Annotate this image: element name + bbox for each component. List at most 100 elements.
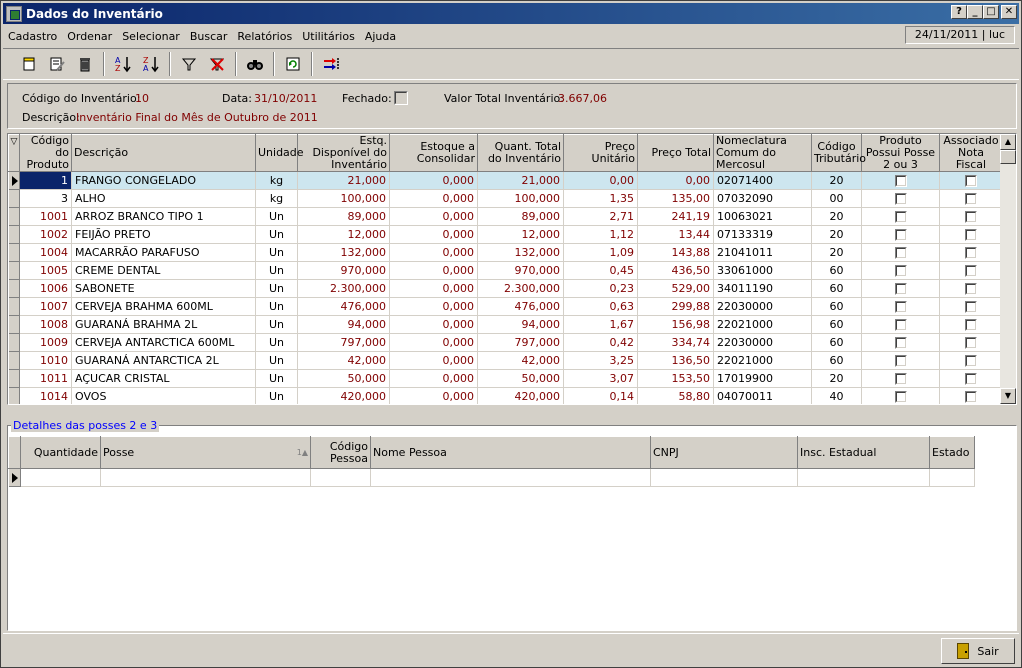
- cell-unidade[interactable]: Un: [255, 315, 298, 334]
- menu-utilitarios[interactable]: Utilitários: [297, 30, 360, 43]
- grid-vertical-scrollbar[interactable]: ▲ ▼: [1000, 134, 1016, 404]
- posses-empty-row[interactable]: [8, 468, 975, 487]
- cell-codigo[interactable]: 1008: [19, 315, 72, 334]
- col-quant-total[interactable]: Quant. Total do Inventário: [477, 134, 564, 172]
- cell-posse-checkbox[interactable]: [894, 229, 907, 241]
- cell-codigo[interactable]: 1006: [19, 279, 72, 298]
- cell-codigo-tributario[interactable]: 20: [811, 207, 862, 226]
- cell-nota-fiscal-checkbox[interactable]: [965, 319, 977, 331]
- table-row[interactable]: 1014 OVOS Un 420,000 0,000 420,000 0,14 58,80 04…: [8, 387, 1003, 404]
- col-estado[interactable]: Estado: [929, 436, 975, 469]
- cell-ncm[interactable]: 22021000: [713, 315, 812, 334]
- cell-ncm[interactable]: 33061000: [713, 261, 812, 280]
- table-row[interactable]: 1009 CERVEJA ANTARCTICA 600ML Un 797,000 0,0…: [8, 333, 1003, 352]
- minimize-button[interactable]: _: [967, 5, 983, 19]
- table-row[interactable]: 1004 MACARRÃO PARAFUSO Un 132,000 0,000 132,0…: [8, 243, 1003, 262]
- cell-descricao[interactable]: CERVEJA BRAHMA 600ML: [71, 297, 256, 316]
- cell-quant-total[interactable]: 21,000: [477, 171, 564, 190]
- cell-codigo[interactable]: 3: [19, 189, 72, 208]
- cell-preco-unitario[interactable]: 1,35: [563, 189, 638, 208]
- cell-nota-fiscal-checkbox[interactable]: [965, 229, 977, 241]
- cell-preco-unitario[interactable]: 0,14: [563, 387, 638, 404]
- cell-posse-checkbox[interactable]: [894, 175, 907, 187]
- cell-estoque-consolidar[interactable]: 0,000: [389, 225, 478, 244]
- menu-buscar[interactable]: Buscar: [185, 30, 233, 43]
- menu-ajuda[interactable]: Ajuda: [360, 30, 401, 43]
- cell-preco-unitario[interactable]: 0,23: [563, 279, 638, 298]
- cell-preco-total[interactable]: 241,19: [637, 207, 714, 226]
- cell-codigo-tributario[interactable]: 20: [811, 225, 862, 244]
- cell-unidade[interactable]: kg: [255, 189, 298, 208]
- cell-quant-total[interactable]: 476,000: [477, 297, 564, 316]
- cell-nota-fiscal-checkbox[interactable]: [965, 373, 977, 385]
- cell-preco-unitario[interactable]: 0,45: [563, 261, 638, 280]
- cell-descricao[interactable]: OVOS: [71, 387, 256, 404]
- cell-codigo-tributario[interactable]: 60: [811, 315, 862, 334]
- cell-quant-total[interactable]: 42,000: [477, 351, 564, 370]
- cell-estq-disponivel[interactable]: 12,000: [297, 225, 390, 244]
- row-indicator[interactable]: [8, 333, 20, 352]
- row-indicator[interactable]: [8, 279, 20, 298]
- sair-button[interactable]: Sair: [941, 638, 1015, 664]
- col-preco-unitario[interactable]: Preço Unitário: [563, 134, 638, 172]
- cell-estoque-consolidar[interactable]: 0,000: [389, 387, 478, 404]
- new-record-button[interactable]: [15, 51, 43, 77]
- cell-estq-disponivel[interactable]: 50,000: [297, 369, 390, 388]
- cell-codigo-tributario[interactable]: 60: [811, 351, 862, 370]
- cell-preco-unitario[interactable]: 1,12: [563, 225, 638, 244]
- col-cnpj[interactable]: CNPJ: [650, 436, 798, 469]
- cell-codigo[interactable]: 1014: [19, 387, 72, 404]
- cell-estoque-consolidar[interactable]: 0,000: [389, 171, 478, 190]
- col-nota-fiscal[interactable]: Associado Nota Fiscal: [939, 134, 1003, 172]
- cell-preco-unitario[interactable]: 2,71: [563, 207, 638, 226]
- cell-preco-total[interactable]: 143,88: [637, 243, 714, 262]
- cell-posse-checkbox[interactable]: [894, 193, 907, 205]
- cell-preco-total[interactable]: 153,50: [637, 369, 714, 388]
- cell-codigo-tributario[interactable]: 00: [811, 189, 862, 208]
- sort-asc-button[interactable]: AZ: [109, 51, 137, 77]
- cell-ncm[interactable]: 02071400: [713, 171, 812, 190]
- cell-nota-fiscal-checkbox[interactable]: [965, 247, 977, 259]
- cell-quant-total[interactable]: 797,000: [477, 333, 564, 352]
- cell-nota-fiscal-checkbox[interactable]: [965, 211, 977, 223]
- cell-ncm[interactable]: 22030000: [713, 297, 812, 316]
- cell-codigo[interactable]: 1001: [19, 207, 72, 226]
- cell-estq-disponivel[interactable]: 94,000: [297, 315, 390, 334]
- table-row[interactable]: 1011 AÇUCAR CRISTAL Un 50,000 0,000 50,000 3,0…: [8, 369, 1003, 388]
- cell-ncm[interactable]: 07133319: [713, 225, 812, 244]
- table-row[interactable]: 1001 ARROZ BRANCO TIPO 1 Un 89,000 0,000 89,0…: [8, 207, 1003, 226]
- cell-estoque-consolidar[interactable]: 0,000: [389, 261, 478, 280]
- cell-preco-total[interactable]: 13,44: [637, 225, 714, 244]
- row-indicator[interactable]: [8, 171, 20, 190]
- table-row[interactable]: 1005 CREME DENTAL Un 970,000 0,000 970,000 0,4…: [8, 261, 1003, 280]
- cell-estq-disponivel[interactable]: 100,000: [297, 189, 390, 208]
- cell-posse-checkbox[interactable]: [894, 337, 907, 349]
- cell-ncm[interactable]: 22030000: [713, 333, 812, 352]
- scroll-thumb[interactable]: [1000, 150, 1016, 164]
- col-codigo-tributario[interactable]: Código Tributário: [811, 134, 866, 172]
- cell-nota-fiscal-checkbox[interactable]: [965, 175, 977, 187]
- cell-preco-total[interactable]: 135,00: [637, 189, 714, 208]
- cell-estoque-consolidar[interactable]: 0,000: [389, 315, 478, 334]
- refresh-button[interactable]: [279, 51, 307, 77]
- menu-ordenar[interactable]: Ordenar: [62, 30, 117, 43]
- cell-posse-checkbox[interactable]: [894, 373, 907, 385]
- inventory-grid[interactable]: ▽ Código do Produto Descrição Unidade Es…: [7, 133, 1017, 405]
- cell-estoque-consolidar[interactable]: 0,000: [389, 207, 478, 226]
- cell-preco-total[interactable]: 529,00: [637, 279, 714, 298]
- cell-quant-total[interactable]: 50,000: [477, 369, 564, 388]
- cell-estq-disponivel[interactable]: 970,000: [297, 261, 390, 280]
- cell-nota-fiscal-checkbox[interactable]: [965, 301, 977, 313]
- cell-ncm[interactable]: 10063021: [713, 207, 812, 226]
- cell-estq-disponivel[interactable]: 89,000: [297, 207, 390, 226]
- col-codigo[interactable]: Código do Produto: [19, 134, 72, 172]
- table-row[interactable]: 1008 GUARANÁ BRAHMA 2L Un 94,000 0,000 94,000…: [8, 315, 1003, 334]
- cell-quant-total[interactable]: 12,000: [477, 225, 564, 244]
- cell-preco-total[interactable]: 334,74: [637, 333, 714, 352]
- table-row[interactable]: 3 ALHO kg 100,000 0,000 100,000 1,35 135,00 0703…: [8, 189, 1003, 208]
- cell-preco-unitario[interactable]: 3,25: [563, 351, 638, 370]
- cell-estq-disponivel[interactable]: 132,000: [297, 243, 390, 262]
- cell-unidade[interactable]: Un: [255, 207, 298, 226]
- cell-unidade[interactable]: Un: [255, 243, 298, 262]
- cell-estq-disponivel[interactable]: 420,000: [297, 387, 390, 404]
